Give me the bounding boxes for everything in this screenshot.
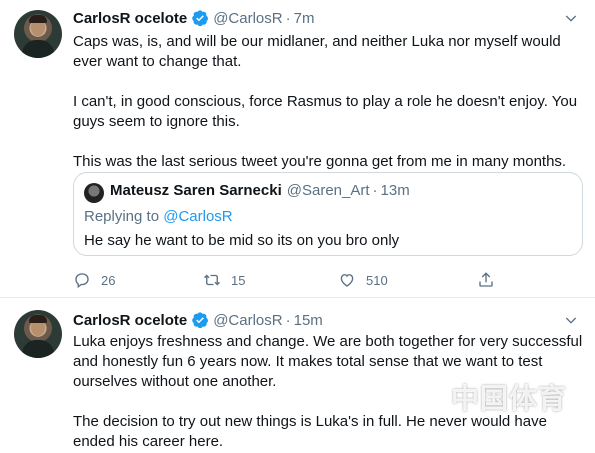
replying-to-prefix: Replying to: [84, 208, 164, 225]
author-handle[interactable]: @CarlosR: [213, 10, 282, 27]
replying-to: Replying to @CarlosR: [84, 208, 233, 225]
tweet[interactable]: CarlosR ocelote @CarlosR · 15m Luka enjo…: [0, 298, 595, 453]
watermark: 中国体育: [407, 377, 567, 417]
author-name[interactable]: CarlosR ocelote: [73, 10, 187, 27]
share-icon: [479, 272, 493, 287]
reply-button[interactable]: 26: [73, 271, 115, 289]
reply-icon: [75, 273, 89, 289]
verified-badge-icon: [192, 312, 209, 329]
separator-dot: ·: [285, 311, 291, 329]
retweet-icon: [204, 274, 220, 286]
quoted-avatar: [84, 183, 104, 203]
tweet-timestamp[interactable]: 7m: [294, 10, 315, 27]
tweet-header: CarlosR ocelote @CarlosR · 15m: [73, 310, 323, 330]
reply-count: 26: [101, 272, 116, 288]
heart-icon: [340, 274, 354, 287]
tweet-timestamp[interactable]: 15m: [294, 312, 323, 329]
mention-link[interactable]: @CarlosR: [163, 208, 232, 225]
tweet-paragraph: I can't, in good conscious, force Rasmus…: [73, 93, 578, 130]
chevron-down-icon[interactable]: [563, 10, 579, 26]
verified-badge-icon: [192, 10, 209, 27]
retweet-button[interactable]: 15: [203, 271, 245, 289]
chevron-down-icon[interactable]: [563, 312, 579, 328]
author-name[interactable]: CarlosR ocelote: [73, 312, 187, 329]
tweet[interactable]: CarlosR ocelote @CarlosR · 7m Caps was, …: [0, 0, 595, 298]
separator-dot: ·: [372, 182, 378, 199]
tweet-actions: 26 15 510: [73, 270, 503, 290]
quoted-header: Mateusz Saren Sarnecki @Saren_Art · 13m: [110, 182, 410, 199]
tweet-header: CarlosR ocelote @CarlosR · 7m: [73, 8, 314, 28]
quoted-tweet[interactable]: Mateusz Saren Sarnecki @Saren_Art · 13m …: [73, 172, 583, 256]
quoted-text: He say he want to be mid so its on you b…: [84, 232, 400, 249]
watermark-text: 中国体育: [451, 383, 568, 414]
like-count: 510: [366, 272, 388, 288]
tweet-paragraph: Caps was, is, and will be our midlaner, …: [73, 33, 561, 70]
retweet-count: 15: [231, 272, 246, 288]
author-handle[interactable]: @CarlosR: [213, 312, 282, 329]
avatar[interactable]: [14, 10, 62, 58]
watermark-logo-icon: [409, 380, 443, 414]
quoted-timestamp: 13m: [380, 182, 410, 199]
quoted-author-handle: @Saren_Art: [286, 182, 370, 199]
tweet-text: Caps was, is, and will be our midlaner, …: [73, 32, 583, 172]
like-button[interactable]: 510: [338, 271, 388, 289]
avatar[interactable]: [14, 310, 62, 358]
share-button[interactable]: [477, 271, 505, 289]
separator-dot: ·: [285, 9, 291, 27]
tweet-paragraph: This was the last serious tweet you're g…: [73, 153, 567, 170]
quoted-author-name: Mateusz Saren Sarnecki: [110, 182, 282, 199]
tweet-paragraph: The decision to try out new things is Lu…: [73, 413, 547, 450]
